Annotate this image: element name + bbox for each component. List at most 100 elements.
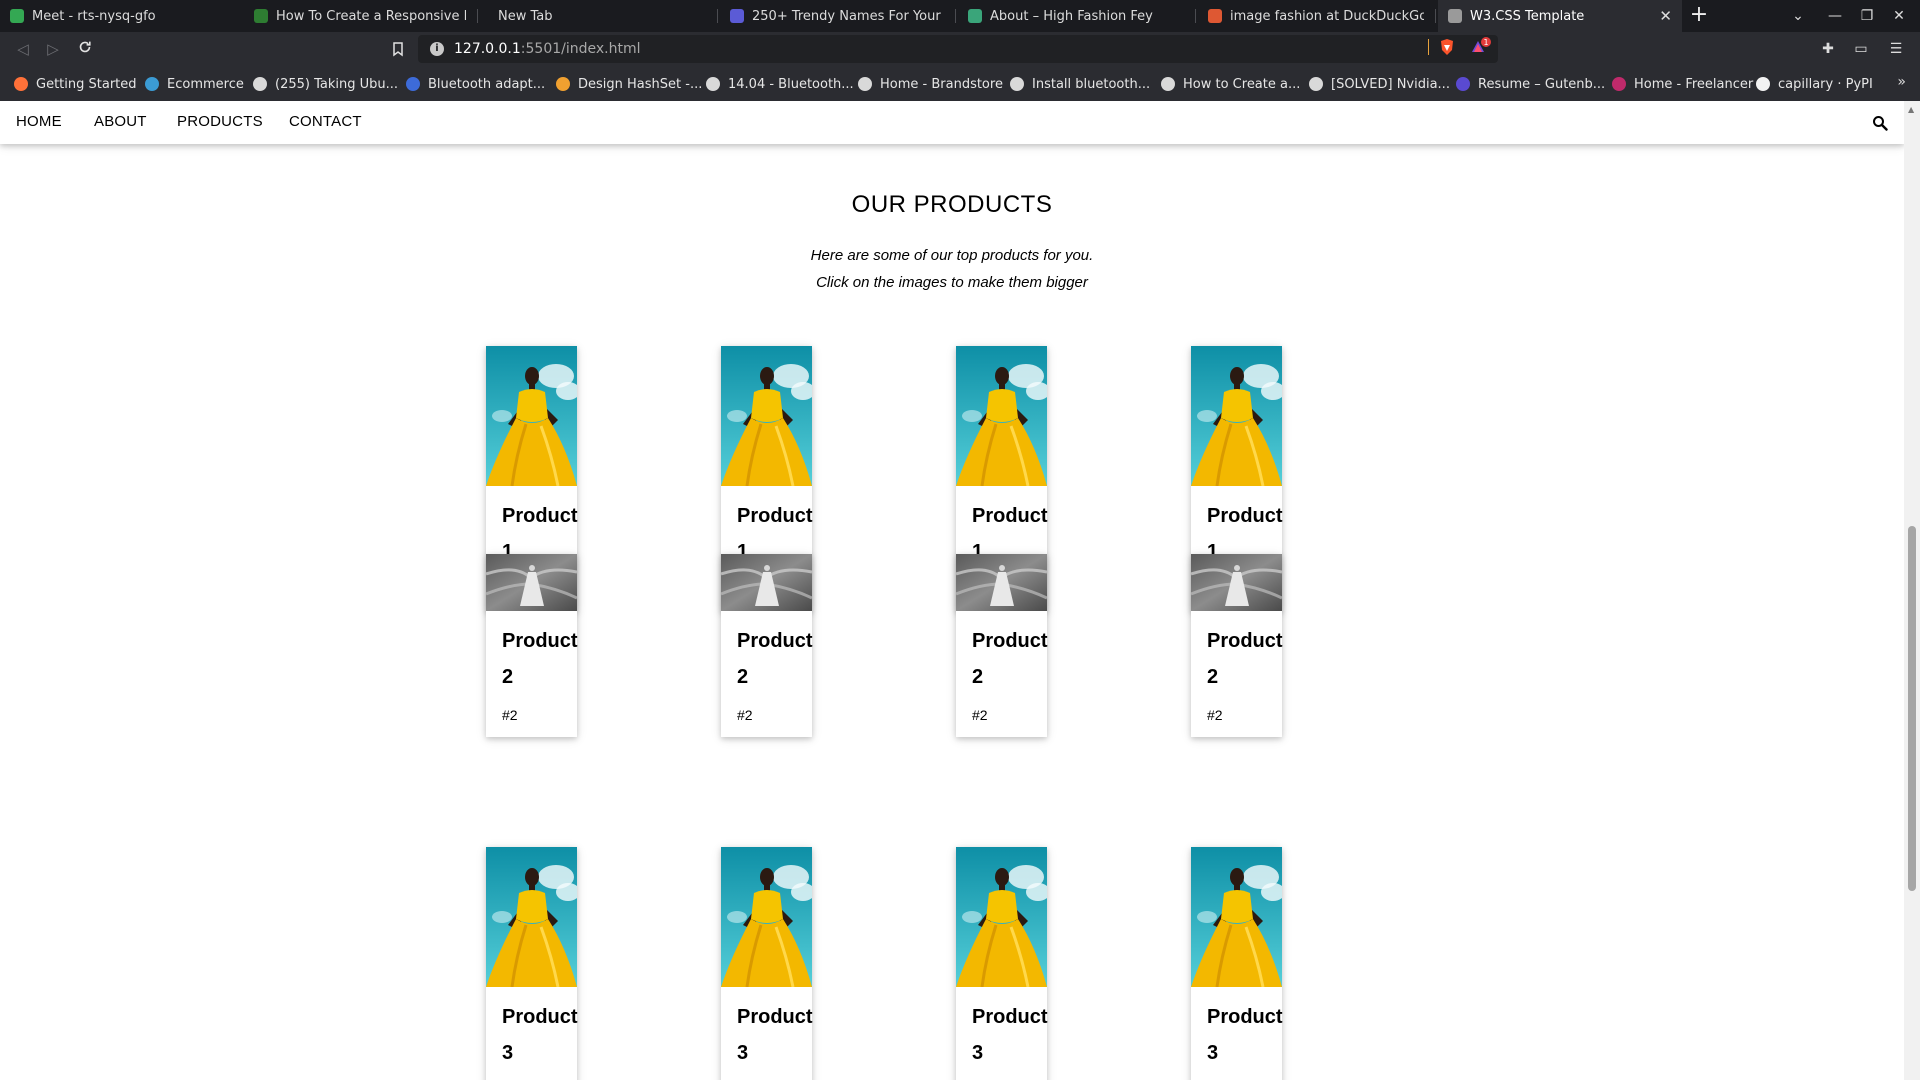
product-number: #2 [972, 707, 988, 723]
tab-bar: Meet - rts-nysq-gfo How To Create a Respo… [0, 0, 1920, 32]
tab-separator [955, 9, 956, 23]
bookmark-favicon-icon [1010, 77, 1024, 91]
tab-title: image fashion at DuckDuckGo [1230, 8, 1424, 24]
bookmark-item[interactable]: How to Create a... [1161, 74, 1300, 94]
bookmark-item[interactable]: Home - Freelancer [1612, 74, 1753, 94]
product-image[interactable] [721, 847, 812, 987]
product-image[interactable] [956, 554, 1047, 611]
tab-favicon-icon [730, 9, 744, 23]
section-title: OUR PRODUCTS [851, 191, 1053, 218]
bookmark-label: 14.04 - Bluetooth... [728, 76, 854, 92]
bookmarks-overflow-icon[interactable]: » [1897, 74, 1906, 90]
bookmarks-bar: » Getting Started Ecommerce (255) Taking U… [0, 66, 1920, 101]
browser-tab[interactable]: W3.CSS Template ✕ [1438, 0, 1682, 32]
bookmark-favicon-icon [858, 77, 872, 91]
tab-close-icon[interactable]: ✕ [1659, 7, 1672, 25]
url-text[interactable]: 127.0.0.1:5501/index.html [454, 41, 641, 57]
browser-chrome: Meet - rts-nysq-gfo How To Create a Respo… [0, 0, 1920, 101]
menu-icon[interactable]: ☰ [1886, 39, 1906, 59]
restore-icon[interactable]: ❐ [1857, 6, 1877, 26]
product-card[interactable]: Product 3#3 [956, 847, 1048, 1080]
product-image[interactable] [956, 346, 1047, 486]
browser-tab[interactable]: About – High Fashion Fey [958, 0, 1194, 32]
product-image[interactable] [1191, 346, 1282, 486]
product-image[interactable] [486, 554, 577, 611]
browser-tab[interactable]: New Tab [480, 0, 716, 32]
brave-rewards-icon[interactable]: 1 [1470, 37, 1492, 57]
tab-title: How To Create a Responsive Imag [276, 8, 466, 24]
product-number: #2 [1207, 707, 1223, 723]
extensions-icon[interactable]: ✚ [1818, 39, 1838, 59]
bookmark-favicon-icon [1456, 77, 1470, 91]
product-image-yellow-dress [721, 346, 812, 486]
browser-tab[interactable]: image fashion at DuckDuckGo [1198, 0, 1434, 32]
scrollbar[interactable]: ▲ [1904, 101, 1920, 1080]
browser-tab[interactable]: 250+ Trendy Names For Your Fashi [720, 0, 954, 32]
product-image[interactable] [956, 847, 1047, 987]
new-tab-button[interactable]: + [1687, 4, 1711, 28]
bookmark-item[interactable]: capillary · PyPI [1756, 74, 1873, 94]
product-card[interactable]: Product 3#3 [486, 847, 578, 1080]
product-card[interactable]: Product 2 #2 [1191, 554, 1283, 737]
product-name: Product 2 [502, 630, 578, 688]
bookmark-favicon-icon [406, 77, 420, 91]
site-info-icon[interactable]: i [430, 42, 444, 56]
product-card[interactable]: Product 2 #2 [956, 554, 1048, 737]
product-image[interactable] [486, 847, 577, 987]
tab-search-icon[interactable]: ⌄ [1788, 6, 1808, 26]
nav-about[interactable]: ABOUT [94, 113, 147, 130]
bookmark-favicon-icon [145, 77, 159, 91]
tab-favicon-icon [10, 9, 24, 23]
nav-contact[interactable]: CONTACT [289, 113, 362, 130]
bookmark-item[interactable]: Bluetooth adapt... [406, 74, 545, 94]
bookmark-item[interactable]: Home - Brandstore [858, 74, 1003, 94]
product-image[interactable] [721, 554, 812, 611]
product-image[interactable] [721, 346, 812, 486]
wallet-icon[interactable]: ▭ [1851, 39, 1871, 59]
bookmark-item[interactable]: Ecommerce [145, 74, 244, 94]
url-field[interactable]: i 127.0.0.1:5501/index.html [418, 35, 1498, 63]
bookmark-label: Home - Freelancer [1634, 76, 1754, 92]
minimize-icon[interactable]: — [1825, 6, 1845, 26]
bookmark-favicon-icon [1161, 77, 1175, 91]
reload-button[interactable] [74, 38, 96, 60]
product-card[interactable]: Product 2 #2 [486, 554, 578, 737]
tab-title: New Tab [498, 8, 553, 24]
scroll-up-icon[interactable]: ▲ [1908, 105, 1914, 114]
tab-separator [477, 9, 478, 23]
product-card[interactable]: Product 2 #2 [721, 554, 813, 737]
nav-home[interactable]: HOME [16, 113, 62, 130]
bookmark-item[interactable]: (255) Taking Ubu... [253, 74, 398, 94]
tab-favicon-icon [254, 9, 268, 23]
browser-tab[interactable]: How To Create a Responsive Imag [244, 0, 476, 32]
product-card[interactable]: Product 3#3 [1191, 847, 1283, 1080]
product-name: Product 3 [972, 1006, 1048, 1064]
search-icon[interactable] [1872, 115, 1888, 131]
bookmark-item[interactable]: Getting Started [14, 74, 137, 94]
bookmark-item[interactable]: Resume – Gutenb... [1456, 74, 1605, 94]
window-close-icon[interactable]: ✕ [1889, 6, 1909, 26]
bookmark-item[interactable]: [SOLVED] Nvidia... [1309, 74, 1450, 94]
product-name: Product 3 [502, 1006, 578, 1064]
bookmark-item[interactable]: Install bluetooth... [1010, 74, 1150, 94]
nav-products[interactable]: PRODUCTS [177, 113, 263, 130]
product-image[interactable] [486, 346, 577, 486]
product-name: Product 3 [737, 1006, 813, 1064]
product-image-white-dress [956, 554, 1047, 611]
product-image[interactable] [1191, 554, 1282, 611]
brave-shields-icon[interactable] [1437, 37, 1457, 57]
tab-favicon-icon [1448, 9, 1462, 23]
back-button[interactable]: ◁ [12, 38, 34, 60]
product-name: Product 2 [1207, 630, 1283, 688]
bookmark-item[interactable]: Design HashSet -... [556, 74, 702, 94]
bookmark-item[interactable]: 14.04 - Bluetooth... [706, 74, 854, 94]
scrollbar-thumb[interactable] [1908, 526, 1916, 891]
bookmark-label: Ecommerce [167, 76, 244, 92]
product-card[interactable]: Product 3#3 [721, 847, 813, 1080]
reload-icon [79, 41, 91, 53]
tab-title: About – High Fashion Fey [990, 8, 1153, 24]
product-image[interactable] [1191, 847, 1282, 987]
browser-tab[interactable]: Meet - rts-nysq-gfo [0, 0, 240, 32]
bookmark-icon[interactable] [388, 39, 408, 59]
forward-button[interactable]: ▷ [42, 38, 64, 60]
